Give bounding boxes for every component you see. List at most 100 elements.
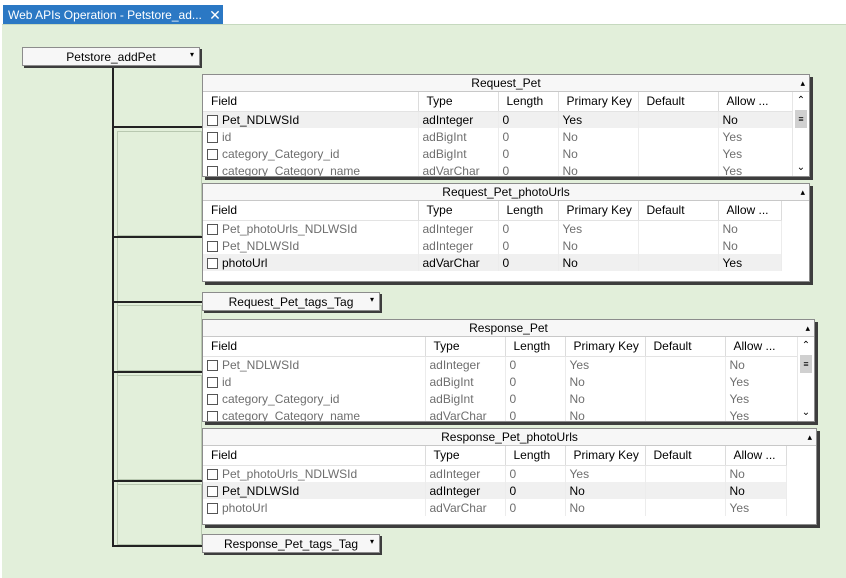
column-header-type[interactable]: Type [418,201,499,221]
column-header-allow[interactable]: Allow ... [725,337,798,357]
row-checkbox[interactable] [207,359,218,371]
root-node-petstore-addpet[interactable]: Petstore_addPet ▾ [22,47,200,66]
chevron-down-icon[interactable]: ▾ [370,295,374,304]
cell-primary-key: No [558,128,639,145]
table-panel-response-pet: Response_Pet ▴ Field Type Length Primary… [202,319,815,422]
scroll-thumb[interactable]: ≡ [800,355,812,373]
branch-request-pet [112,126,202,128]
panel-title[interactable]: Request_Pet ▴ [203,75,809,92]
cell-default [638,145,719,162]
cell-allow: Yes [725,390,798,407]
collapse-icon[interactable]: ▴ [800,184,805,200]
row-checkbox[interactable] [207,393,218,405]
column-header-field[interactable]: Field [203,92,419,112]
column-header-field[interactable]: Field [203,446,426,466]
cell-length: 0 [498,220,559,237]
row-checkbox[interactable] [207,131,218,143]
collapse-icon[interactable]: ▴ [800,75,805,91]
collapse-icon[interactable]: ▴ [805,320,810,336]
row-checkbox[interactable] [207,468,218,480]
table-row[interactable]: Pet_NDLWSId adInteger 0 Yes No [203,356,798,373]
collapsed-table-response-pet-tags-tag[interactable]: Response_Pet_tags_Tag ▾ [202,534,380,553]
table-row[interactable]: Pet_photoUrls_NDLWSId adInteger 0 Yes No [203,465,787,482]
cell-length: 0 [498,145,559,162]
row-checkbox[interactable] [207,410,218,421]
document-tab[interactable]: Web APIs Operation - Petstore_ad... ✕ [3,5,223,25]
table-row[interactable]: Pet_NDLWSId adInteger 0 No No [203,482,787,499]
column-header-length[interactable]: Length [505,337,566,357]
collapsed-table-request-pet-tags-tag[interactable]: Request_Pet_tags_Tag ▾ [202,292,380,311]
column-header-type[interactable]: Type [425,337,506,357]
panel-title[interactable]: Response_Pet ▴ [203,320,814,337]
column-header-type[interactable]: Type [425,446,506,466]
column-header-primary-key[interactable]: Primary Key [565,337,646,357]
connector-shadow-1 [117,131,202,236]
scroll-thumb[interactable]: ≡ [795,110,807,128]
row-checkbox[interactable] [207,114,218,126]
cell-allow: Yes [718,145,795,162]
column-header-primary-key[interactable]: Primary Key [558,201,639,221]
row-checkbox[interactable] [207,148,218,160]
cell-length: 0 [505,407,566,421]
vertical-scrollbar[interactable]: ⌃ ≡ ⌄ [792,92,809,176]
table-row[interactable]: category_Category_name adVarChar 0 No Ye… [203,407,798,421]
row-checkbox[interactable] [207,485,218,497]
grid-header-row: Field Type Length Primary Key Default Al… [203,446,787,466]
column-header-length[interactable]: Length [505,446,566,466]
column-header-default[interactable]: Default [638,201,719,221]
column-header-field[interactable]: Field [203,201,419,221]
column-header-field[interactable]: Field [203,337,426,357]
column-header-allow[interactable]: Allow ... [718,201,782,221]
row-checkbox[interactable] [207,240,218,252]
table-row[interactable]: category_Category_id adBigInt 0 No Yes [203,145,795,162]
chevron-down-icon[interactable]: ▾ [370,537,374,546]
column-header-primary-key[interactable]: Primary Key [558,92,639,112]
row-checkbox[interactable] [207,502,218,514]
column-header-type[interactable]: Type [418,92,499,112]
table-row[interactable]: category_Category_name adVarChar 0 No Ye… [203,162,795,177]
column-header-default[interactable]: Default [645,446,726,466]
table-row[interactable]: category_Category_id adBigInt 0 No Yes [203,390,798,407]
table-row[interactable]: photoUrl adVarChar 0 No Yes [203,499,787,516]
root-node-label: Petstore_addPet [66,49,156,64]
cell-length: 0 [498,111,559,128]
cell-length: 0 [498,162,559,176]
panel-title[interactable]: Request_Pet_photoUrls ▴ [203,184,809,201]
column-header-allow[interactable]: Allow ... [718,92,795,112]
cell-field: Pet_photoUrls_NDLWSId [222,466,358,481]
cell-allow: No [725,356,798,373]
cell-type: adInteger [425,482,506,499]
table-row[interactable]: id adBigInt 0 No Yes [203,373,798,390]
table-row[interactable]: id adBigInt 0 No Yes [203,128,795,145]
cell-length: 0 [505,465,566,482]
scroll-up-icon[interactable]: ⌃ [798,337,814,354]
panel-title[interactable]: Response_Pet_photoUrls ▴ [203,429,816,446]
column-header-length[interactable]: Length [498,201,559,221]
vertical-scrollbar[interactable]: ⌃ ≡ ⌄ [797,337,814,421]
cell-type: adBigInt [418,128,499,145]
column-header-primary-key[interactable]: Primary Key [565,446,646,466]
table-row[interactable]: photoUrl adVarChar 0 No Yes [203,254,782,271]
column-header-default[interactable]: Default [645,337,726,357]
table-row[interactable]: Pet_NDLWSId adInteger 0 Yes No [203,111,795,128]
close-icon[interactable]: ✕ [207,7,223,24]
cell-primary-key: No [565,499,646,516]
scroll-down-icon[interactable]: ⌄ [798,404,814,421]
cell-field: category_Category_name [222,163,361,177]
table-row[interactable]: Pet_photoUrls_NDLWSId adInteger 0 Yes No [203,220,782,237]
cell-default [645,407,726,421]
column-header-length[interactable]: Length [498,92,559,112]
table-row[interactable]: Pet_NDLWSId adInteger 0 No No [203,237,782,254]
chevron-down-icon[interactable]: ▾ [190,50,194,59]
row-checkbox[interactable] [207,223,218,235]
collapse-icon[interactable]: ▴ [807,429,812,445]
connector-shadow-3 [117,375,202,480]
scroll-up-icon[interactable]: ⌃ [793,92,809,109]
column-header-allow[interactable]: Allow ... [725,446,787,466]
row-checkbox[interactable] [207,376,218,388]
row-checkbox[interactable] [207,165,218,176]
cell-primary-key: No [558,237,639,254]
column-header-default[interactable]: Default [638,92,719,112]
row-checkbox[interactable] [207,257,218,269]
scroll-down-icon[interactable]: ⌄ [793,159,809,176]
